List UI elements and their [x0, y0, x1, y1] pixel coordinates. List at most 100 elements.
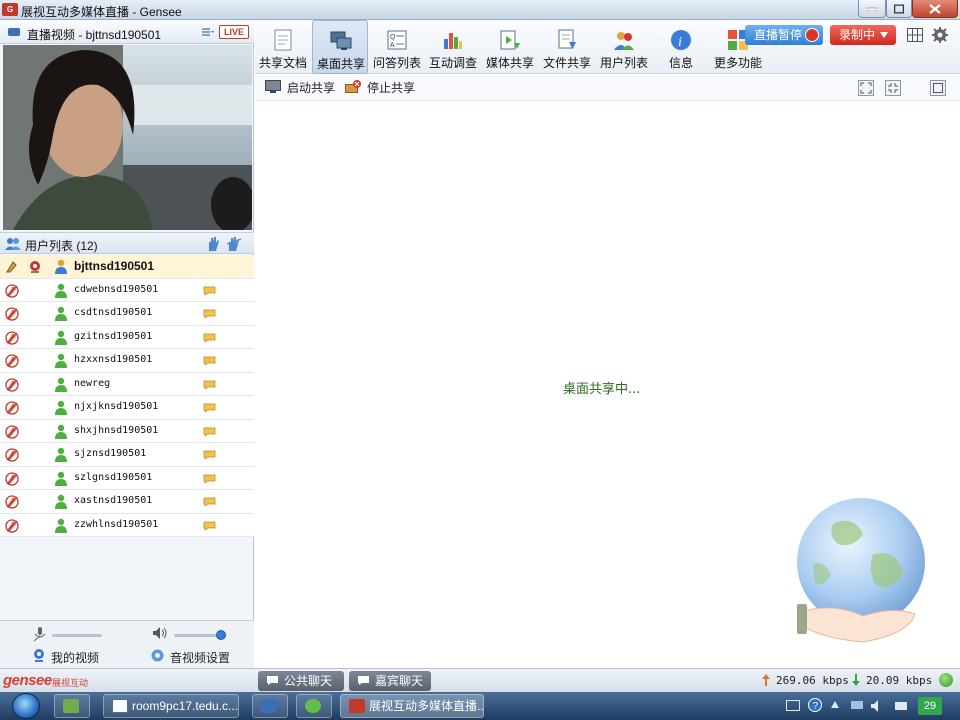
- taskbar-pinned-app[interactable]: [54, 694, 90, 718]
- webcam-status-icon[interactable]: [28, 260, 42, 274]
- private-chat-icon[interactable]: [203, 496, 216, 507]
- private-chat-icon[interactable]: [203, 332, 216, 343]
- user-icon: [54, 330, 68, 345]
- private-chat-icon[interactable]: [203, 473, 216, 484]
- help-icon[interactable]: ?: [808, 698, 822, 712]
- user-icon: [54, 400, 68, 415]
- user-row[interactable]: newreg: [0, 372, 254, 396]
- microphone-volume-slider[interactable]: [52, 634, 102, 637]
- user-row[interactable]: gzitnsd190501: [0, 325, 254, 349]
- presenter-permission-icon[interactable]: [5, 260, 19, 274]
- layout-grid-icon[interactable]: [907, 28, 923, 42]
- webcam-icon: [34, 649, 44, 662]
- speaker-volume-knob[interactable]: [216, 630, 226, 640]
- main-toolbar: 共享文档 桌面共享 Q A 问答列表 互动调查 媒体共享 文件共享 用户列表 i 信息 更多功能 直播…: [255, 20, 960, 74]
- pause-live-button[interactable]: 直播暂停: [745, 25, 823, 45]
- maximize-button[interactable]: [886, 0, 912, 18]
- taskbar-pinned-app[interactable]: [296, 694, 332, 718]
- user-row[interactable]: njxjknsd190501: [0, 396, 254, 420]
- no-permission-icon[interactable]: [5, 401, 19, 415]
- lower-hands-icon[interactable]: [226, 236, 242, 252]
- public-chat-tab[interactable]: 公共聊天: [258, 671, 344, 691]
- volume-tray-icon[interactable]: [870, 699, 886, 713]
- toolbar-button-file-share[interactable]: 文件共享: [539, 20, 595, 74]
- taskbar-gensee-window[interactable]: 展视互动多媒体直播...: [340, 694, 484, 718]
- raise-hand-icon[interactable]: [206, 236, 220, 252]
- live-badge: LIVE: [219, 25, 249, 39]
- no-permission-icon[interactable]: [5, 283, 19, 298]
- video-header: 直播视频 - bjttnsd190501 LIVE: [0, 20, 254, 44]
- fullscreen-icon[interactable]: [930, 80, 946, 96]
- start-button[interactable]: [12, 693, 40, 719]
- speaker-icon[interactable]: [152, 626, 168, 640]
- video-menu-icon[interactable]: [201, 26, 215, 38]
- toolbar-button-label: 更多功能: [713, 56, 762, 70]
- microphone-icon[interactable]: [32, 626, 46, 642]
- no-permission-icon[interactable]: [5, 518, 19, 533]
- recording-button[interactable]: 录制中: [830, 25, 896, 45]
- private-chat-icon[interactable]: [203, 285, 216, 296]
- tray-clock-badge[interactable]: 29: [918, 697, 942, 715]
- av-settings-button[interactable]: 音视频设置: [170, 649, 230, 666]
- user-row[interactable]: szlgnsd190501: [0, 466, 254, 490]
- no-permission-icon[interactable]: [5, 307, 19, 321]
- toolbar-button-media-share[interactable]: 媒体共享: [482, 20, 538, 74]
- toolbar-button-label: 信息: [668, 56, 693, 70]
- start-share-button[interactable]: 启动共享: [265, 79, 335, 97]
- user-row[interactable]: cdwebnsd190501: [0, 278, 254, 302]
- fit-screen-icon[interactable]: [858, 80, 874, 96]
- toolbar-button-document[interactable]: 共享文档: [255, 20, 311, 74]
- tray-arrow-icon[interactable]: [830, 700, 840, 710]
- toolbar-button-label: 互动调查: [428, 56, 477, 70]
- private-chat-icon[interactable]: [203, 379, 216, 390]
- taskbar-pinned-app[interactable]: [252, 694, 288, 718]
- power-tray-icon[interactable]: [894, 699, 908, 713]
- user-row[interactable]: xastnsd190501: [0, 490, 254, 514]
- chat-bubble-icon: [358, 676, 369, 685]
- no-permission-icon[interactable]: [5, 495, 19, 509]
- no-permission-icon[interactable]: [5, 448, 19, 462]
- user-row[interactable]: shxjhnsd190501: [0, 419, 254, 443]
- user-row[interactable]: csdtnsd190501: [0, 302, 254, 326]
- my-video-button[interactable]: 我的视频: [51, 649, 99, 666]
- private-chat-icon[interactable]: [203, 520, 216, 531]
- close-button[interactable]: [912, 0, 958, 18]
- toolbar-button-info[interactable]: i 信息: [653, 20, 709, 74]
- no-permission-icon[interactable]: [5, 330, 19, 345]
- user-row[interactable]: sjznsd190501: [0, 443, 254, 467]
- user-name: bjttnsd190501: [74, 259, 155, 273]
- guest-chat-tab[interactable]: 嘉宾聊天: [349, 671, 431, 691]
- no-permission-icon[interactable]: [5, 354, 19, 368]
- monitor-icon: [265, 80, 281, 93]
- no-permission-icon[interactable]: [5, 377, 19, 392]
- private-chat-icon[interactable]: [203, 402, 216, 413]
- private-chat-icon[interactable]: [203, 426, 216, 437]
- svg-text:?: ?: [813, 701, 819, 712]
- info-icon: i: [670, 29, 692, 51]
- user-icon: [54, 518, 68, 533]
- minimize-button[interactable]: [858, 0, 886, 18]
- private-chat-icon[interactable]: [203, 449, 216, 460]
- user-row[interactable]: hzxxnsd190501: [0, 349, 254, 373]
- no-permission-icon[interactable]: [5, 424, 19, 439]
- keyboard-icon[interactable]: [786, 700, 800, 712]
- stop-share-button[interactable]: 停止共享: [345, 79, 415, 97]
- user-row[interactable]: zzwhlnsd190501: [0, 513, 254, 537]
- toolbar-button-desktop-share[interactable]: 桌面共享: [312, 20, 368, 74]
- settings-icon[interactable]: [932, 27, 948, 43]
- network-tray-icon[interactable]: [850, 700, 864, 712]
- actual-size-icon[interactable]: [885, 80, 901, 96]
- toolbar-button-qa-list[interactable]: Q A 问答列表: [369, 20, 425, 74]
- taskbar-room-window[interactable]: room9pc17.tedu.c...: [103, 694, 239, 718]
- toolbar-button-label: 媒体共享: [485, 56, 534, 70]
- globe-in-hand-icon: [797, 498, 925, 643]
- toolbar-button-survey-chart[interactable]: 互动调查: [425, 20, 481, 74]
- private-chat-icon[interactable]: [203, 355, 216, 366]
- desktop-share-icon: [330, 30, 352, 52]
- sharing-status-text: 桌面共享中...: [563, 382, 641, 397]
- private-chat-icon[interactable]: [203, 308, 216, 319]
- status-bar: gensee 展视互动 公共聊天 嘉宾聊天 269.06 kbps 20.09 …: [0, 668, 960, 692]
- user-row[interactable]: bjttnsd190501: [0, 255, 254, 279]
- toolbar-button-users[interactable]: 用户列表: [596, 20, 652, 74]
- no-permission-icon[interactable]: [5, 471, 19, 486]
